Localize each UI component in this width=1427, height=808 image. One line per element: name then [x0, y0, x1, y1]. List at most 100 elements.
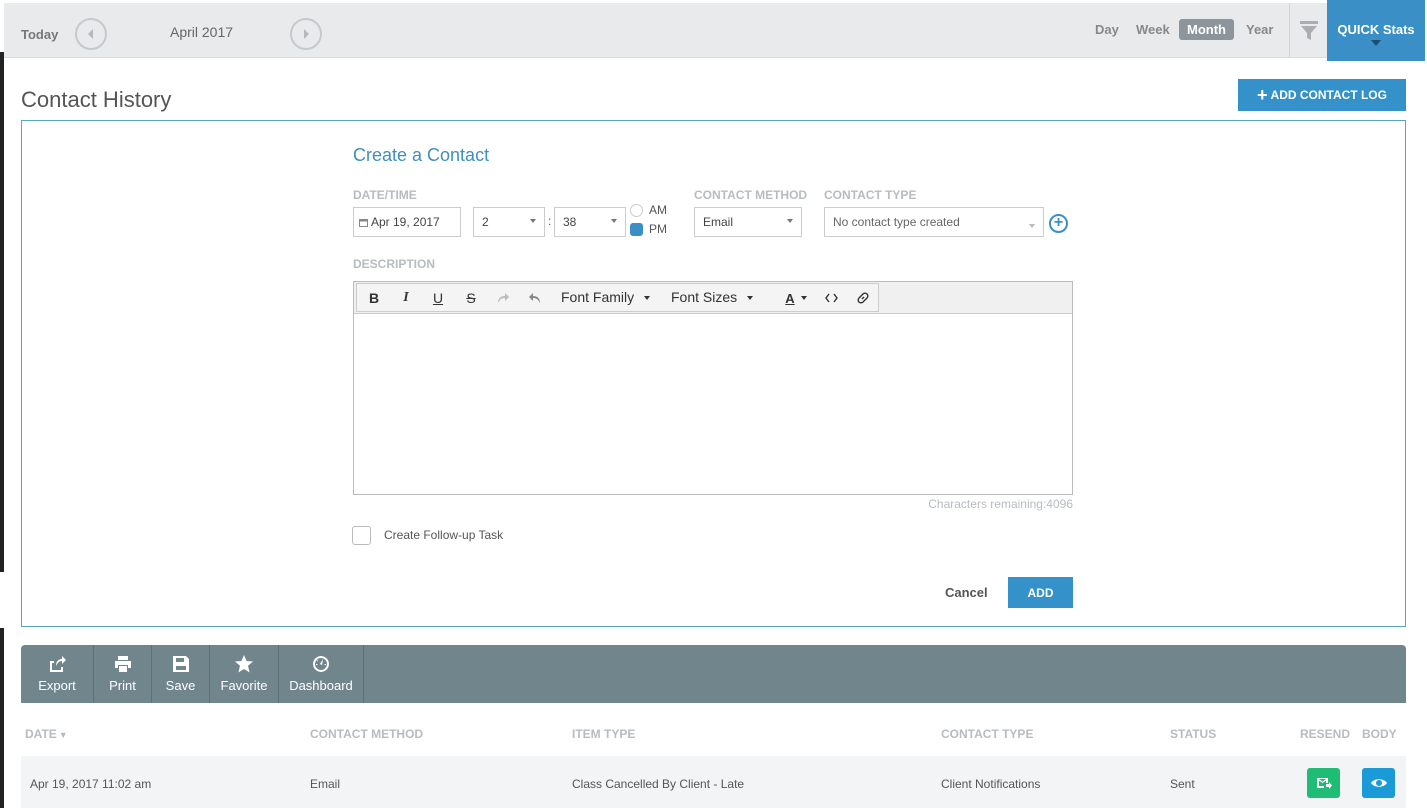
characters-remaining: Characters remaining:4096: [928, 497, 1073, 511]
contact-method-select[interactable]: Email: [694, 207, 802, 237]
contact-type-value: No contact type created: [833, 215, 960, 229]
undo-icon: [529, 293, 540, 303]
view-month[interactable]: Month: [1179, 19, 1234, 40]
export-icon: [50, 656, 66, 672]
left-edge: [0, 52, 4, 572]
save-button[interactable]: Save: [152, 645, 210, 703]
font-family-label: Font Family: [561, 289, 635, 305]
link-icon: [857, 292, 869, 304]
am-label: AM: [649, 203, 667, 217]
font-size-label: Font Sizes: [671, 289, 738, 305]
italic-button[interactable]: I: [394, 287, 418, 309]
save-icon: [172, 656, 189, 672]
filter-icon: [1299, 20, 1318, 40]
print-label: Print: [109, 678, 136, 693]
link-button[interactable]: [851, 287, 875, 309]
today-link[interactable]: Today: [21, 27, 58, 42]
date-header-label: DATE: [25, 727, 57, 741]
row-contact-method: Email: [310, 777, 341, 791]
column-header-body: BODY: [1362, 727, 1397, 741]
chevron-down-icon: [611, 219, 617, 223]
chevron-left-icon: [88, 29, 93, 39]
redo-icon: [498, 293, 509, 303]
dashboard-label: Dashboard: [289, 678, 353, 693]
description-editor: B I U S Font Family Font Sizes A: [353, 281, 1073, 495]
chevron-down-icon: [530, 219, 536, 223]
view-body-button[interactable]: [1362, 768, 1395, 798]
resend-mail-icon: [1316, 778, 1332, 789]
print-button[interactable]: Print: [94, 645, 152, 703]
text-color-button[interactable]: A: [780, 287, 812, 309]
page-title: Contact History: [21, 87, 172, 112]
prev-month-button[interactable]: [75, 18, 107, 50]
editor-text-area[interactable]: [354, 314, 1072, 494]
underline-button[interactable]: U: [426, 287, 450, 309]
calendar-topbar: Today April 2017 Day Week Month Year QUI…: [4, 0, 1425, 61]
favorite-button[interactable]: Favorite: [210, 645, 279, 703]
sort-down-icon: ▼: [58, 730, 68, 740]
view-week[interactable]: Week: [1136, 22, 1170, 37]
followup-task-checkbox[interactable]: [352, 526, 371, 545]
chevron-down-icon: [644, 296, 651, 301]
pm-label: PM: [649, 222, 667, 236]
chevron-right-icon: [304, 29, 309, 39]
am-radio[interactable]: [630, 204, 643, 217]
chevron-down-icon: [1029, 224, 1035, 228]
dashboard-button[interactable]: Dashboard: [279, 645, 364, 703]
date-field[interactable]: Apr 19, 2017: [353, 207, 461, 237]
bold-button[interactable]: B: [362, 287, 386, 309]
pm-radio[interactable]: [630, 223, 643, 236]
print-icon: [114, 656, 131, 672]
report-toolbar: Export Print Save Favorite Dashboard: [21, 645, 1406, 703]
time-separator: :: [548, 214, 552, 228]
description-label: DESCRIPTION: [353, 257, 436, 271]
quick-stats-label: QUICK Stats: [1337, 22, 1415, 37]
row-item-type: Class Cancelled By Client - Late: [572, 777, 745, 791]
chevron-down-icon: [747, 296, 754, 301]
next-month-button[interactable]: [290, 18, 322, 50]
add-button[interactable]: ADD: [1008, 577, 1073, 608]
add-contact-log-button[interactable]: + ADD CONTACT LOG: [1238, 79, 1406, 111]
datetime-label: DATE/TIME: [353, 188, 417, 202]
export-button[interactable]: Export: [21, 645, 94, 703]
form-title: Create a Contact: [353, 145, 490, 165]
column-header-item-type[interactable]: ITEM TYPE: [572, 727, 635, 741]
view-year[interactable]: Year: [1246, 22, 1273, 37]
column-header-status[interactable]: STATUS: [1170, 727, 1216, 741]
hour-select[interactable]: 2: [473, 207, 545, 237]
strikethrough-button[interactable]: S: [459, 287, 483, 309]
dashboard-icon: [312, 656, 329, 672]
view-day[interactable]: Day: [1095, 22, 1119, 37]
cancel-button[interactable]: Cancel: [945, 585, 988, 600]
row-contact-type: Client Notifications: [941, 777, 1041, 791]
quick-stats-button[interactable]: QUICK Stats: [1327, 0, 1425, 61]
column-header-contact-type[interactable]: CONTACT TYPE: [941, 727, 1033, 741]
hour-value: 2: [482, 215, 489, 229]
eye-icon: [1370, 779, 1387, 787]
row-date: Apr 19, 2017 11:02 am: [30, 777, 152, 791]
contact-method-value: Email: [703, 215, 734, 229]
font-size-select[interactable]: Font Sizes: [671, 289, 754, 305]
contact-type-select[interactable]: No contact type created: [824, 207, 1044, 237]
left-edge-lower: [0, 628, 4, 808]
favorite-label: Favorite: [220, 678, 268, 693]
export-label: Export: [38, 678, 76, 693]
source-code-button[interactable]: [819, 287, 843, 309]
followup-task-label: Create Follow-up Task: [384, 528, 504, 542]
column-header-contact-method[interactable]: CONTACT METHOD: [310, 727, 423, 741]
add-contact-type-button[interactable]: +: [1049, 214, 1068, 233]
text-color-label: A: [785, 290, 795, 306]
redo-button[interactable]: [491, 287, 515, 309]
undo-button[interactable]: [523, 287, 547, 309]
code-icon: [824, 293, 838, 303]
minute-value: 38: [563, 215, 577, 229]
font-family-select[interactable]: Font Family: [561, 289, 651, 305]
plus-icon: +: [1257, 84, 1268, 105]
filter-button[interactable]: [1289, 3, 1327, 58]
date-value: Apr 19, 2017: [371, 215, 440, 229]
editor-toolbar: B I U S Font Family Font Sizes A: [354, 282, 1072, 314]
column-header-date[interactable]: DATE ▼: [25, 727, 68, 741]
resend-button[interactable]: [1307, 768, 1340, 798]
row-status: Sent: [1170, 777, 1195, 791]
minute-select[interactable]: 38: [554, 207, 626, 237]
